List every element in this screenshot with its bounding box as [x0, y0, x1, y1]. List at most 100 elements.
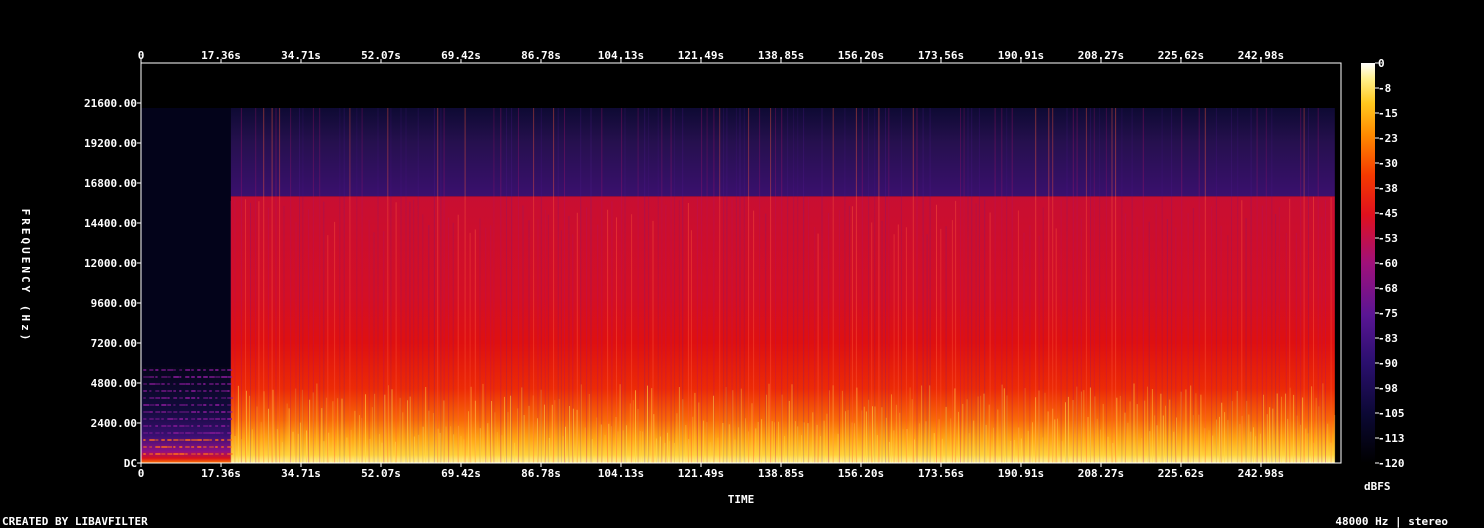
intro-harmonic-mark — [143, 376, 150, 378]
intro-harmonic-mark — [179, 376, 182, 378]
intro-harmonic-mark — [209, 439, 212, 441]
intro-harmonic-mark — [143, 411, 150, 413]
intro-harmonic-mark — [209, 404, 213, 406]
x-tick-label-bottom: 208.27s — [1078, 467, 1124, 480]
intro-harmonic-mark — [227, 439, 232, 441]
colorbar-tick-label: -60 — [1378, 257, 1398, 270]
intro-harmonic-mark — [227, 411, 233, 413]
intro-harmonic-mark — [173, 425, 178, 427]
intro-harmonic-mark — [203, 411, 207, 413]
intro-harmonic-mark — [155, 369, 159, 371]
x-tick-label-top: 52.07s — [361, 49, 401, 62]
intro-harmonic-mark — [179, 383, 185, 385]
x-tick-label-bottom: 156.20s — [838, 467, 884, 480]
colorbar-tick-label: -30 — [1378, 157, 1398, 170]
intro-harmonic-mark — [161, 369, 166, 371]
y-tick-label: 4800.00 — [91, 377, 137, 390]
intro-harmonic-mark — [215, 390, 220, 392]
intro-harmonic-mark — [155, 383, 161, 385]
colorbar-tick-label: -105 — [1378, 407, 1405, 420]
colorbar — [1361, 63, 1375, 463]
intro-harmonic-mark — [179, 411, 186, 413]
intro-harmonic-mark — [149, 397, 155, 399]
intro-harmonic-mark — [221, 397, 227, 399]
intro-harmonic-mark — [167, 376, 171, 378]
intro-harmonic-mark — [197, 446, 202, 448]
intro-harmonic-mark — [155, 439, 159, 441]
intro-harmonic-mark — [221, 418, 226, 420]
intro-harmonic-mark — [191, 432, 194, 434]
x-tick-label-top: 0 — [138, 49, 145, 62]
intro-harmonic-mark — [185, 446, 190, 448]
x-tick-label-bottom: 86.78s — [521, 467, 561, 480]
intro-upper-noise — [141, 108, 231, 367]
intro-harmonic-mark — [209, 376, 215, 378]
x-tick-label-top: 242.98s — [1238, 49, 1284, 62]
x-tick-label-top: 104.13s — [598, 49, 644, 62]
intro-harmonic-mark — [221, 383, 226, 385]
intro-harmonic-mark — [191, 453, 196, 455]
intro-harmonic-mark — [155, 411, 161, 413]
x-tick-label-bottom: 52.07s — [361, 467, 401, 480]
y-tick-label: 19200.00 — [84, 137, 137, 150]
intro-harmonic-mark — [209, 453, 214, 455]
x-tick-label-bottom: 121.49s — [678, 467, 724, 480]
y-tick-label: 14400.00 — [84, 217, 137, 230]
intro-harmonic-mark — [179, 397, 183, 399]
intro-harmonic-mark — [155, 432, 160, 434]
intro-harmonic-mark — [227, 446, 232, 448]
x-tick-label-top: 138.85s — [758, 49, 804, 62]
x-tick-label-bottom: 0 — [138, 467, 145, 480]
intro-harmonic-mark — [167, 397, 170, 399]
intro-harmonic-mark — [197, 397, 200, 399]
intro-harmonic-mark — [143, 432, 148, 434]
intro-harmonic-mark — [215, 411, 219, 413]
x-tick-label-bottom: 17.36s — [201, 467, 241, 480]
intro-harmonic-mark — [173, 418, 178, 420]
intro-harmonic-mark — [161, 432, 164, 434]
intro-harmonic-mark — [179, 418, 183, 420]
intro-harmonic-mark — [227, 404, 232, 406]
intro-harmonic-mark — [173, 383, 176, 385]
intro-harmonic-mark — [155, 418, 160, 420]
intro-harmonic-mark — [185, 439, 191, 441]
intro-harmonic-mark — [197, 453, 201, 455]
intro-harmonic-mark — [143, 397, 146, 399]
intro-harmonic-mark — [203, 369, 206, 371]
intro-harmonic-mark — [143, 446, 147, 448]
upper-frequency-band — [230, 108, 1335, 197]
intro-harmonic-mark — [143, 390, 147, 392]
intro-harmonic-mark — [215, 376, 221, 378]
intro-harmonic-mark — [227, 432, 232, 434]
intro-harmonic-mark — [191, 397, 196, 399]
intro-harmonic-mark — [179, 404, 185, 406]
x-tick-label-top: 173.56s — [918, 49, 964, 62]
intro-harmonic-mark — [173, 411, 178, 413]
intro-harmonic-mark — [155, 425, 158, 427]
intro-harmonic-mark — [173, 397, 178, 399]
intro-harmonic-mark — [155, 397, 161, 399]
intro-harmonic-mark — [149, 404, 155, 406]
intro-harmonic-mark — [191, 425, 194, 427]
intro-harmonic-mark — [167, 439, 172, 441]
colorbar-tick-label: -90 — [1378, 357, 1398, 370]
colorbar-tick-label: -15 — [1378, 107, 1398, 120]
intro-harmonic-mark — [155, 446, 161, 448]
intro-harmonic-mark — [155, 376, 158, 378]
intro-harmonic-mark — [191, 439, 198, 441]
intro-harmonic-mark — [221, 404, 224, 406]
intro-harmonic-mark — [179, 439, 185, 441]
intro-harmonic-mark — [149, 425, 152, 427]
y-axis-label: FREQUENCY (Hz) — [19, 209, 32, 344]
intro-harmonic-mark — [203, 383, 206, 385]
intro-harmonic-mark — [167, 404, 171, 406]
intro-harmonic-mark — [203, 446, 207, 448]
spectrogram-chart: 0 17.36s 34.71s 52.07s 69.42s 86.78s 104.13s 12… — [19, 49, 1405, 506]
colorbar-tick-label: -8 — [1378, 82, 1391, 95]
spectrogram-plot-area — [141, 63, 1341, 463]
intro-harmonic-mark — [167, 432, 171, 434]
x-axis-top: 0 17.36s 34.71s 52.07s 69.42s 86.78s 104.13s 12… — [138, 49, 1284, 63]
intro-harmonic-mark — [221, 369, 226, 371]
intro-harmonic-mark — [227, 397, 233, 399]
intro-harmonic-mark — [167, 418, 174, 420]
